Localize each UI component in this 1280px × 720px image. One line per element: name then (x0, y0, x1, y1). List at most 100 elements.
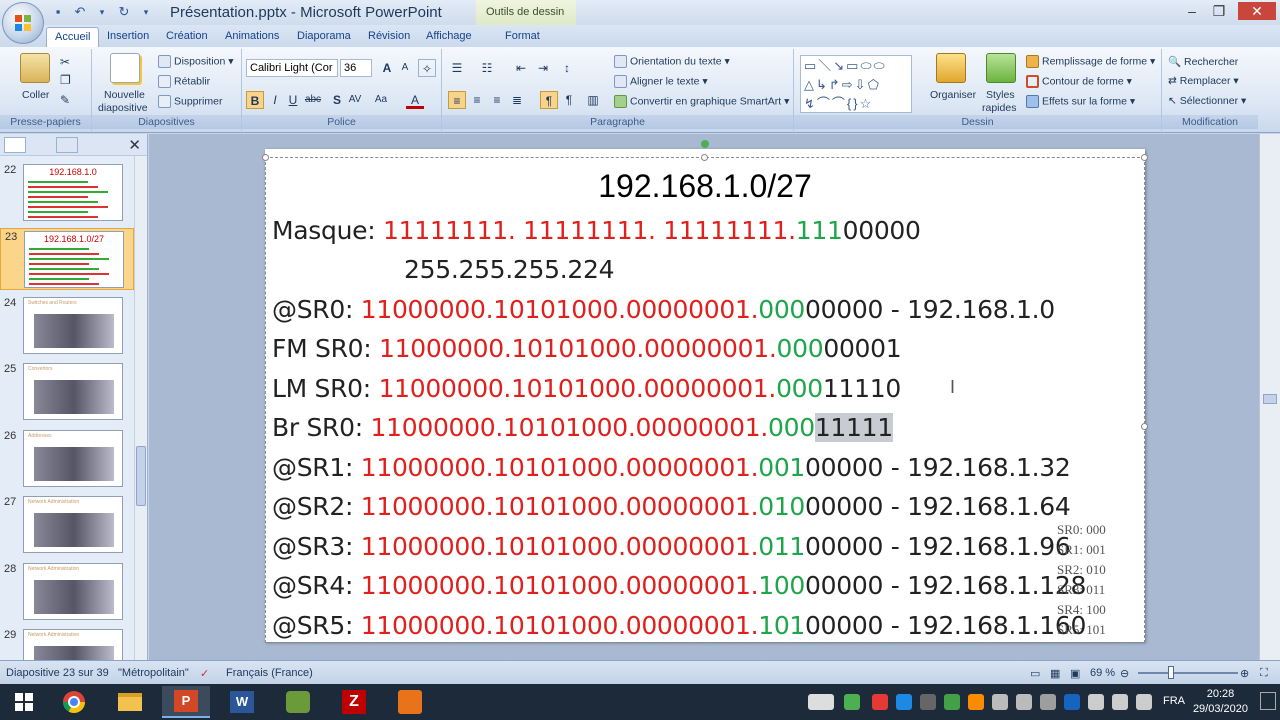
screen-recorder-icon[interactable] (386, 686, 434, 718)
resize-handle-top-left[interactable] (262, 154, 269, 161)
vertical-scrollbar[interactable] (1259, 134, 1280, 660)
subnet-row[interactable]: @SR2: 11000000.10101000.00000001.0100000… (272, 492, 1071, 521)
tray-recorder-icon[interactable] (872, 694, 888, 710)
quick-styles-icon[interactable] (986, 53, 1016, 83)
maximize-button[interactable]: ❐ (1205, 2, 1233, 20)
close-panel-icon[interactable]: ✕ (128, 136, 141, 154)
paste-icon[interactable] (20, 53, 50, 83)
subnet-row[interactable]: @SR1: 11000000.10101000.00000001.0010000… (272, 453, 1071, 482)
tray-shield-icon[interactable] (1064, 694, 1080, 710)
ltr-icon[interactable]: ¶ (540, 91, 558, 109)
rtl-icon[interactable]: ¶ (560, 91, 578, 109)
slide-preview[interactable]: Network Administration (23, 563, 123, 620)
align-right-icon[interactable]: ≡ (488, 91, 506, 109)
tab-slides[interactable] (4, 137, 26, 153)
increase-indent-icon[interactable]: ⇥ (534, 59, 552, 77)
smartart-button[interactable]: Convertir en graphique SmartArt ▾ (614, 95, 789, 108)
quick-styles-label-2[interactable]: rapides (982, 102, 1016, 114)
slide-preview[interactable]: 192.168.1.0 (23, 164, 123, 221)
normal-view-icon[interactable]: ▭ (1030, 667, 1040, 680)
delete-button[interactable]: Supprimer (158, 95, 222, 108)
line-spacing-icon[interactable]: ↕ (558, 59, 576, 77)
slide-preview[interactable]: Convertors (23, 363, 123, 420)
mask-line[interactable]: Masque: 11111111. 11111111. 11111111.111… (272, 216, 921, 245)
redo-icon[interactable]: ↻ (116, 4, 132, 20)
layout-button[interactable]: Disposition ▾ (158, 55, 234, 68)
zoom-slider[interactable] (1138, 672, 1238, 674)
subnet-row[interactable]: @SR4: 11000000.10101000.00000001.1000000… (272, 571, 1086, 600)
shape-fill-button[interactable]: Remplissage de forme ▾ (1026, 55, 1155, 68)
subnet-row[interactable]: Br SR0: 11000000.10101000.00000001.00011… (272, 413, 893, 442)
tray-volume-icon[interactable] (1016, 694, 1032, 710)
columns-icon[interactable]: ▥ (584, 91, 602, 109)
text-direction-button[interactable]: Orientation du texte ▾ (614, 55, 730, 68)
shrink-font-icon[interactable]: A (396, 59, 414, 77)
slide-thumbnail[interactable]: 24 Switches and Routers (0, 295, 134, 357)
zoom-level[interactable]: 69 % (1090, 667, 1115, 679)
battery-icon[interactable] (1088, 694, 1104, 710)
tab-insertion[interactable]: Insertion (99, 27, 157, 47)
notifications-icon[interactable] (1260, 692, 1276, 710)
tab-accueil[interactable]: Accueil (46, 27, 100, 47)
resize-handle-top-right[interactable] (1141, 154, 1148, 161)
quick-styles-label[interactable]: Styles (986, 89, 1015, 101)
zoom-slider-knob[interactable] (1168, 666, 1174, 679)
shape-effects-button[interactable]: Effets sur la forme ▾ (1026, 95, 1135, 108)
strikethrough-icon[interactable]: abc (304, 91, 322, 109)
reset-button[interactable]: Rétablir (158, 75, 210, 88)
save-icon[interactable]: ▪ (50, 4, 66, 20)
slide-preview[interactable]: Switches and Routers (23, 297, 123, 354)
file-explorer-icon[interactable] (106, 686, 154, 718)
tab-affichage[interactable]: Affichage (418, 27, 480, 47)
tray-camera-icon[interactable] (920, 694, 936, 710)
zoom-out-icon[interactable]: ⊖ (1120, 667, 1129, 680)
new-slide-icon[interactable] (110, 53, 140, 83)
slide-thumbnail[interactable]: 25 Convertors (0, 361, 134, 423)
slide-preview[interactable]: Network Administration (23, 496, 123, 553)
word-icon[interactable]: W (218, 686, 266, 718)
select-button[interactable]: ↖ Sélectionner ▾ (1168, 95, 1246, 107)
subnet-row[interactable]: FM SR0: 11000000.10101000.00000001.00000… (272, 334, 902, 363)
char-spacing-icon[interactable]: AV (346, 91, 364, 109)
underline-icon[interactable]: U (284, 91, 302, 109)
align-text-button[interactable]: Aligner le texte ▾ (614, 75, 708, 88)
subnet-row[interactable]: @SR5: 11000000.10101000.00000001.1010000… (272, 611, 1086, 640)
chrome-icon[interactable] (50, 686, 98, 718)
replace-button[interactable]: ⇄ Remplacer ▾ (1168, 75, 1239, 87)
justify-icon[interactable]: ≣ (508, 91, 526, 109)
tray-app-icon[interactable] (844, 694, 860, 710)
align-center-icon[interactable]: ≡ (468, 91, 486, 109)
decrease-indent-icon[interactable]: ⇤ (512, 59, 530, 77)
copy-icon[interactable]: ❐ (60, 73, 71, 87)
spellcheck-icon[interactable]: ✓ (200, 667, 209, 680)
scroll-knob[interactable] (136, 446, 146, 506)
powerpoint-icon[interactable]: P (162, 686, 210, 718)
find-button[interactable]: 🔍 Rechercher (1168, 55, 1238, 68)
new-slide-label[interactable]: Nouvelle (104, 89, 145, 101)
resize-handle-right[interactable] (1141, 423, 1148, 430)
tray-speaker-icon[interactable] (992, 694, 1008, 710)
font-color-icon[interactable]: A (406, 91, 424, 109)
clock[interactable]: 20:28 29/03/2020 (1193, 687, 1248, 717)
slide-thumbnail[interactable]: 23 192.168.1.0/27 (0, 228, 134, 290)
slide-preview[interactable]: 192.168.1.0/27 (24, 231, 124, 288)
clear-format-icon[interactable]: ✧ (418, 59, 436, 77)
input-language[interactable]: FRA (1163, 695, 1185, 707)
slide-thumbnail[interactable]: 28 Network Administration (0, 561, 134, 623)
font-name-box[interactable]: Calibri Light (Cor (246, 59, 338, 77)
tab-revision[interactable]: Révision (360, 27, 418, 47)
tray-hdd-icon[interactable] (1040, 694, 1056, 710)
tab-animations[interactable]: Animations (217, 27, 287, 47)
slide-thumbnail[interactable]: 26 Addresses (0, 428, 134, 490)
rotation-handle[interactable] (701, 140, 709, 148)
arrange-button[interactable]: Organiser (930, 89, 976, 101)
tray-audio-app-icon[interactable] (968, 694, 984, 710)
tab-format[interactable]: Format (497, 27, 548, 47)
shapes-gallery[interactable]: ▭＼↘▭⬭⬭ △↳↱⇨⇩⬠ ↯⌒⌒{}☆ (800, 55, 912, 113)
slide-preview[interactable]: Addresses (23, 430, 123, 487)
align-left-icon[interactable]: ≡ (448, 91, 466, 109)
paste-button[interactable]: Coller (22, 89, 49, 101)
wifi-icon[interactable] (1112, 694, 1128, 710)
keyboard-icon[interactable] (808, 694, 834, 710)
new-slide-label-2[interactable]: diapositive (98, 102, 148, 114)
